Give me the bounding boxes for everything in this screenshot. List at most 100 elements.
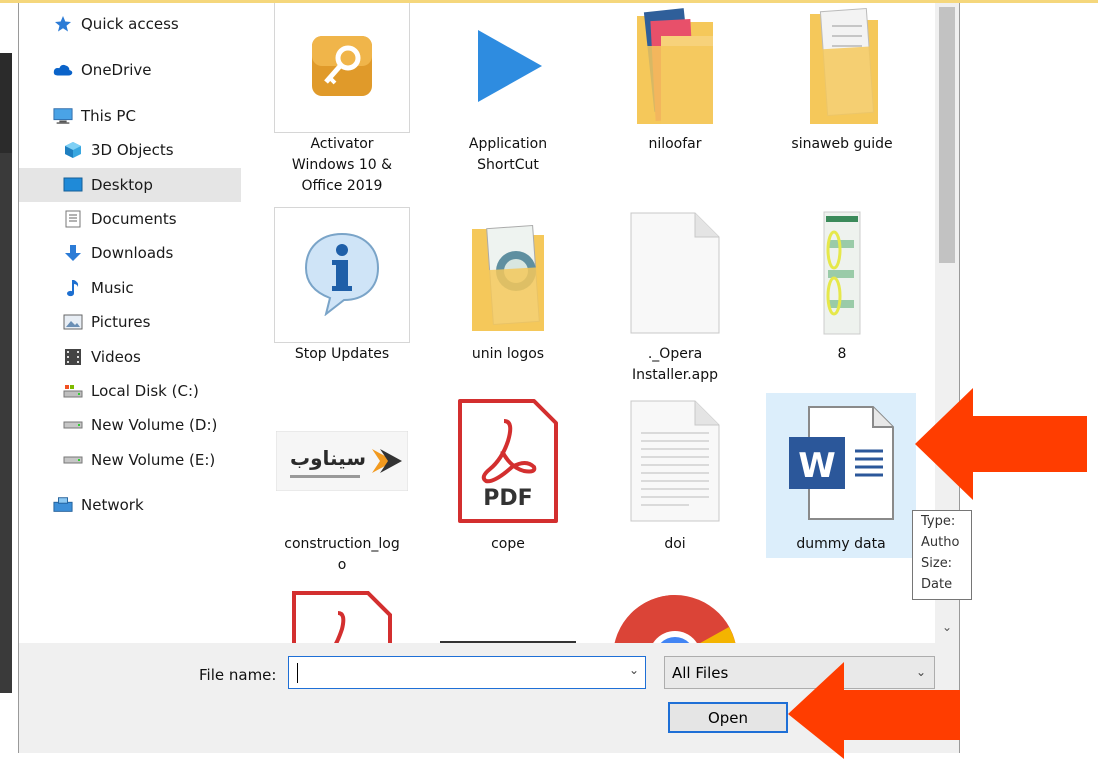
file-item-video-partial[interactable] xyxy=(440,587,576,643)
folder-icon xyxy=(802,6,882,130)
file-type-value: All Files xyxy=(672,664,729,682)
navigation-pane: Quick access OneDrive This PC 3D Objects… xyxy=(19,3,246,643)
nav-item-documents[interactable]: Documents xyxy=(63,202,241,236)
file-name-label: File name: xyxy=(199,666,277,684)
nav-label: Local Disk (C:) xyxy=(91,382,199,400)
word-doc-icon: W xyxy=(785,399,897,527)
document-icon xyxy=(63,210,83,228)
chevron-down-icon[interactable]: ⌄ xyxy=(629,663,639,677)
nav-label: New Volume (D:) xyxy=(91,416,218,434)
nav-label: OneDrive xyxy=(81,61,152,79)
file-item-niloofar[interactable]: niloofar xyxy=(607,3,743,203)
file-name: Activator Windows 10 & Office 2019 xyxy=(291,136,393,194)
music-icon xyxy=(63,279,83,297)
nav-item-network[interactable]: Network xyxy=(53,488,241,522)
folder-icon xyxy=(470,213,546,337)
svg-text:W: W xyxy=(798,446,836,486)
file-item-activator[interactable]: Activator Windows 10 & Office 2019 xyxy=(274,3,410,203)
nav-item-desktop[interactable]: Desktop xyxy=(19,168,241,202)
cube-icon xyxy=(63,141,83,159)
file-name: Application ShortCut xyxy=(468,136,548,173)
file-list: Activator Windows 10 & Office 2019 Applica… xyxy=(245,3,935,643)
file-thumbnail xyxy=(774,207,910,343)
file-thumbnail xyxy=(440,207,576,343)
nav-item-3d-objects[interactable]: 3D Objects xyxy=(63,133,241,167)
nav-label: New Volume (E:) xyxy=(91,451,216,469)
file-thumbnail xyxy=(607,207,743,343)
file-thumbnail xyxy=(274,207,410,343)
file-name: construction_log o xyxy=(284,536,400,573)
video-icon xyxy=(63,348,83,366)
network-icon xyxy=(53,496,73,514)
computer-icon xyxy=(53,107,73,125)
nav-item-local-disk-c[interactable]: Local Disk (C:) xyxy=(63,374,241,408)
open-file-dialog: Quick access OneDrive This PC 3D Objects… xyxy=(18,3,960,753)
nav-item-pictures[interactable]: Pictures xyxy=(63,305,241,339)
nav-item-onedrive[interactable]: OneDrive xyxy=(53,53,241,87)
file-item-construction-logo[interactable]: سیناوب construction_log o xyxy=(274,393,410,583)
nav-item-quick-access[interactable]: Quick access xyxy=(53,7,241,41)
nav-item-new-volume-d[interactable]: New Volume (D:) xyxy=(63,408,241,442)
tooltip-line: Size: xyxy=(921,556,953,571)
nav-label: Documents xyxy=(91,210,177,228)
pdf-icon xyxy=(290,589,394,643)
annotation-arrow-open xyxy=(788,662,960,759)
svg-text:PDF: PDF xyxy=(483,486,532,511)
picture-icon xyxy=(63,313,83,331)
blank-file-icon xyxy=(629,211,721,339)
chrome-icon xyxy=(611,591,739,643)
image-file-icon xyxy=(822,210,862,340)
tooltip-line: Type: xyxy=(921,514,956,529)
nav-item-music[interactable]: Music xyxy=(63,271,241,305)
annotation-arrow-file xyxy=(915,388,1087,500)
file-item-sinaweb-guide[interactable]: sinaweb guide xyxy=(774,3,910,203)
file-info-tooltip: Type: Autho Size: Date xyxy=(912,510,972,600)
tooltip-line: Date xyxy=(921,577,953,592)
file-name: niloofar xyxy=(648,136,702,152)
nav-label: Downloads xyxy=(91,244,174,262)
file-name: doi xyxy=(664,536,686,552)
file-name-field[interactable] xyxy=(289,657,617,688)
file-thumbnail xyxy=(440,3,576,133)
cloud-icon xyxy=(53,61,73,79)
file-item-pdf-partial[interactable] xyxy=(274,587,410,643)
file-item-application-shortcut[interactable]: Application ShortCut xyxy=(440,3,576,203)
nav-label: 3D Objects xyxy=(91,141,174,159)
nav-label: Music xyxy=(91,279,134,297)
tooltip-line: Autho xyxy=(921,535,960,550)
file-item-dummy-data[interactable]: W dummy data xyxy=(766,393,916,558)
file-item-unin-logos[interactable]: unin logos xyxy=(440,207,576,393)
nav-item-downloads[interactable]: Downloads xyxy=(63,236,241,270)
background-area xyxy=(960,3,1098,759)
download-icon xyxy=(63,244,83,262)
file-name: unin logos xyxy=(471,346,545,362)
text-file-icon xyxy=(629,399,721,527)
svg-text:سیناوب: سیناوب xyxy=(290,446,366,470)
nav-item-videos[interactable]: Videos xyxy=(63,340,241,374)
file-name-input[interactable]: ⌄ xyxy=(288,656,646,689)
file-item-doi[interactable]: doi xyxy=(607,393,743,583)
background-window-edge xyxy=(0,3,18,759)
drive-icon xyxy=(63,416,83,434)
key-app-icon xyxy=(310,34,374,102)
file-thumbnail: سیناوب xyxy=(274,393,410,533)
nav-item-this-pc[interactable]: This PC xyxy=(53,99,241,133)
open-button[interactable]: Open xyxy=(668,702,788,733)
nav-item-new-volume-e[interactable]: New Volume (E:) xyxy=(63,443,241,477)
scrollbar-thumb[interactable] xyxy=(939,7,955,263)
file-thumbnail xyxy=(774,3,910,133)
file-name: 8 xyxy=(837,346,847,362)
nav-label: Pictures xyxy=(91,313,151,331)
play-shortcut-icon xyxy=(472,26,544,110)
file-item-opera-installer[interactable]: ._Opera Installer.app xyxy=(607,207,743,393)
nav-label: Desktop xyxy=(91,176,153,194)
file-item-chrome-partial[interactable] xyxy=(607,587,743,643)
info-icon xyxy=(302,230,382,320)
file-item-stop-updates[interactable]: Stop Updates xyxy=(274,207,410,393)
drive-icon xyxy=(63,451,83,469)
scroll-down-icon[interactable]: ⌄ xyxy=(935,615,959,639)
file-thumbnail: PDF xyxy=(440,393,576,533)
file-item-8[interactable]: 8 xyxy=(774,207,910,393)
file-thumbnail: W xyxy=(766,393,916,533)
file-item-cope[interactable]: PDF cope xyxy=(440,393,576,583)
